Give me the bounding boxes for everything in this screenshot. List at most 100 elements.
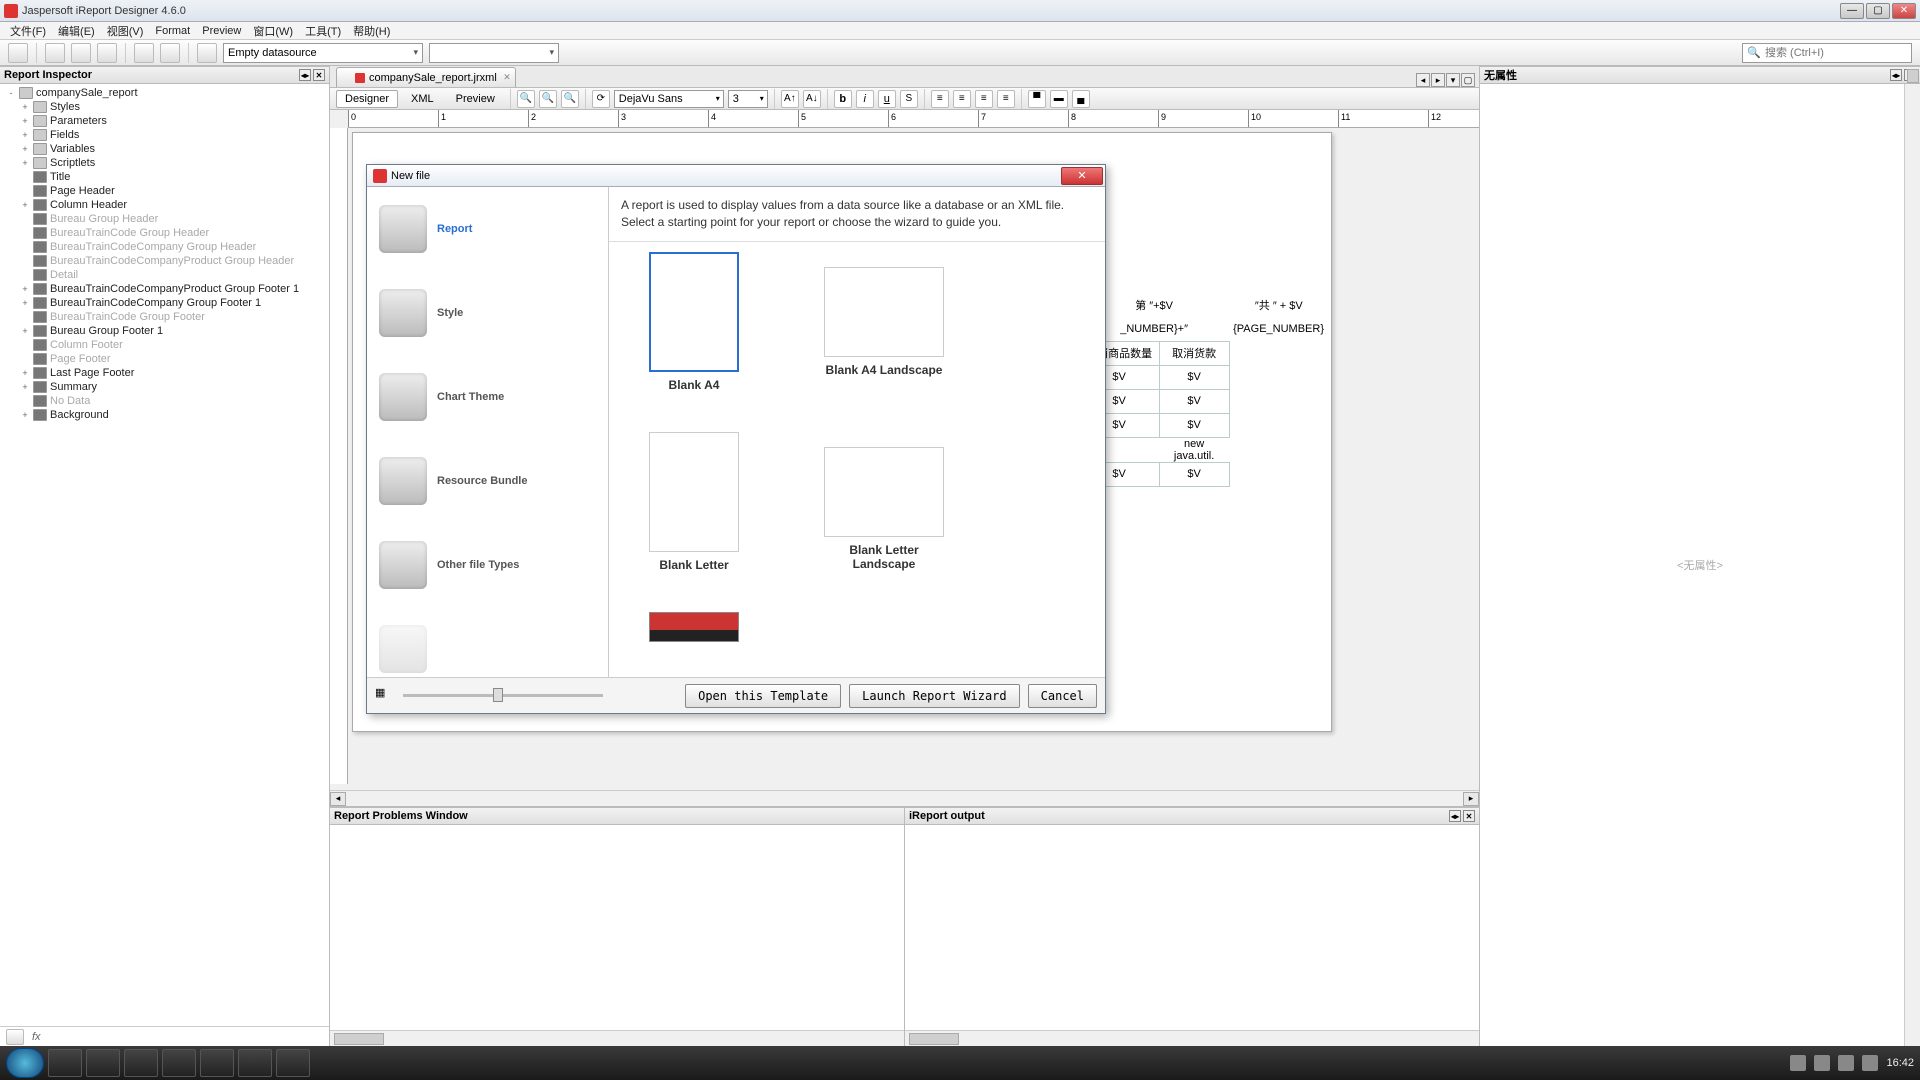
tray-icon-3[interactable] [1838,1055,1854,1071]
output-hscroll[interactable] [905,1030,1479,1046]
tray-icon-4[interactable] [1862,1055,1878,1071]
props-collapse-icon[interactable]: ◂▸ [1890,69,1902,81]
paste-button[interactable] [71,43,91,63]
taskbar-app-7[interactable] [276,1049,310,1077]
tree-node[interactable]: BureauTrainCodeCompanyProduct Group Head… [0,254,329,268]
taskbar-app-4[interactable] [162,1049,196,1077]
tree-node[interactable]: +Bureau Group Footer 1 [0,324,329,338]
tree-node[interactable]: +Fields [0,128,329,142]
italic-icon[interactable]: i [856,90,874,108]
canvas-hscrollbar[interactable]: ◂ ▸ [330,790,1479,806]
tree-node[interactable]: +Summary [0,380,329,394]
valign-mid-icon[interactable]: ▬ [1050,90,1068,108]
system-tray[interactable]: 16:42 [1790,1055,1914,1071]
output-close-icon[interactable]: ✕ [1463,810,1475,822]
problems-body[interactable] [330,825,904,1030]
close-button[interactable]: ✕ [1892,3,1916,19]
output-body[interactable] [905,825,1479,1030]
dialog-category-list[interactable]: Report Style Chart Theme Resource Bundle… [367,187,609,677]
category-other[interactable]: Other file Types [367,523,608,607]
category-style[interactable]: Style [367,271,608,355]
valign-top-icon[interactable]: ▀ [1028,90,1046,108]
tree-node[interactable]: Page Footer [0,352,329,366]
tree-node[interactable]: +BureauTrainCodeCompanyProduct Group Foo… [0,282,329,296]
launch-wizard-button[interactable]: Launch Report Wizard [849,684,1020,708]
tray-icon-2[interactable] [1814,1055,1830,1071]
dialog-grid-view-icon[interactable]: ▦ [375,686,395,706]
secondary-combo[interactable] [429,43,559,63]
search-box[interactable]: 🔍 [1742,43,1912,63]
align-justify-icon[interactable]: ≡ [997,90,1015,108]
output-collapse-icon[interactable]: ◂▸ [1449,810,1461,822]
fx-tool-icon[interactable] [6,1029,24,1045]
tree-node[interactable]: Detail [0,268,329,282]
cut-button[interactable] [45,43,65,63]
template-item[interactable]: Blank Letter [629,432,759,572]
properties-vscroll[interactable] [1904,84,1920,1046]
inspector-collapse-icon[interactable]: ◂▸ [299,69,311,81]
search-input[interactable] [1765,47,1907,59]
inspector-close-icon[interactable]: ✕ [313,69,325,81]
taskbar-app-1[interactable] [48,1049,82,1077]
undo-button[interactable] [134,43,154,63]
tree-node[interactable]: Page Header [0,184,329,198]
menu-window[interactable]: 窗口(W) [247,23,299,39]
hscroll-right-icon[interactable]: ▸ [1463,792,1479,806]
bold-icon[interactable]: b [834,90,852,108]
menu-format[interactable]: Format [149,25,196,37]
tree-node[interactable]: +Styles [0,100,329,114]
template-grid[interactable]: Blank A4Blank A4 LandscapeBlank LetterBl… [609,242,1105,677]
tree-node[interactable]: BureauTrainCodeCompany Group Header [0,240,329,254]
font-inc-icon[interactable]: A↑ [781,90,799,108]
taskbar-app-3[interactable] [124,1049,158,1077]
document-tab[interactable]: companySale_report.jrxml ✕ [336,67,516,87]
minimize-button[interactable]: — [1840,3,1864,19]
taskbar-app-5[interactable] [200,1049,234,1077]
dialog-close-button[interactable]: ✕ [1061,167,1103,185]
datasource-icon[interactable] [197,43,217,63]
menu-preview[interactable]: Preview [196,25,247,37]
fontsize-combo[interactable]: 3 [728,90,768,108]
tab-nav-next[interactable]: ▸ [1431,73,1445,87]
category-chart-theme[interactable]: Chart Theme [367,355,608,439]
maximize-button[interactable]: ▢ [1866,3,1890,19]
taskbar-app-6[interactable] [238,1049,272,1077]
font-combo[interactable]: DejaVu Sans [614,90,724,108]
mode-preview[interactable]: Preview [447,90,504,108]
redo-button[interactable] [160,43,180,63]
cancel-button[interactable]: Cancel [1028,684,1097,708]
tree-node[interactable]: +Last Page Footer [0,366,329,380]
menu-view[interactable]: 视图(V) [101,23,150,39]
datasource-combo[interactable]: Empty datasource [223,43,423,63]
tab-nav-dropdown[interactable]: ▾ [1446,73,1460,87]
menu-edit[interactable]: 编辑(E) [52,23,101,39]
tree-node[interactable]: +Background [0,408,329,422]
dialog-titlebar[interactable]: New file ✕ [367,165,1105,187]
problems-hscroll[interactable] [330,1030,904,1046]
menu-help[interactable]: 帮助(H) [347,23,396,39]
thumbnail-size-slider[interactable] [403,687,603,705]
tree-node[interactable]: Bureau Group Header [0,212,329,226]
tree-node[interactable]: Column Footer [0,338,329,352]
tree-node[interactable]: +Scriptlets [0,156,329,170]
hscroll-left-icon[interactable]: ◂ [330,792,346,806]
zoom-fit-icon[interactable]: 🔍 [539,90,557,108]
inspector-tree[interactable]: -companySale_report+Styles+Parameters+Fi… [0,84,329,1026]
underline-icon[interactable]: u [878,90,896,108]
tab-nav-max[interactable]: ▢ [1461,73,1475,87]
tree-node[interactable]: BureauTrainCode Group Footer [0,310,329,324]
zoom-in-icon[interactable]: 🔍 [561,90,579,108]
tree-node[interactable]: +Parameters [0,114,329,128]
taskbar-app-2[interactable] [86,1049,120,1077]
template-item[interactable]: Blank Letter Landscape [819,432,949,572]
tab-nav-prev[interactable]: ◂ [1416,73,1430,87]
refresh-icon[interactable]: ⟳ [592,90,610,108]
zoom-out-icon[interactable]: 🔍 [517,90,535,108]
align-right-icon[interactable]: ≡ [975,90,993,108]
align-left-icon[interactable]: ≡ [931,90,949,108]
menu-file[interactable]: 文件(F) [4,23,52,39]
mode-xml[interactable]: XML [402,90,443,108]
category-resource-bundle[interactable]: Resource Bundle [367,439,608,523]
clock[interactable]: 16:42 [1886,1057,1914,1069]
template-item[interactable] [629,612,759,642]
